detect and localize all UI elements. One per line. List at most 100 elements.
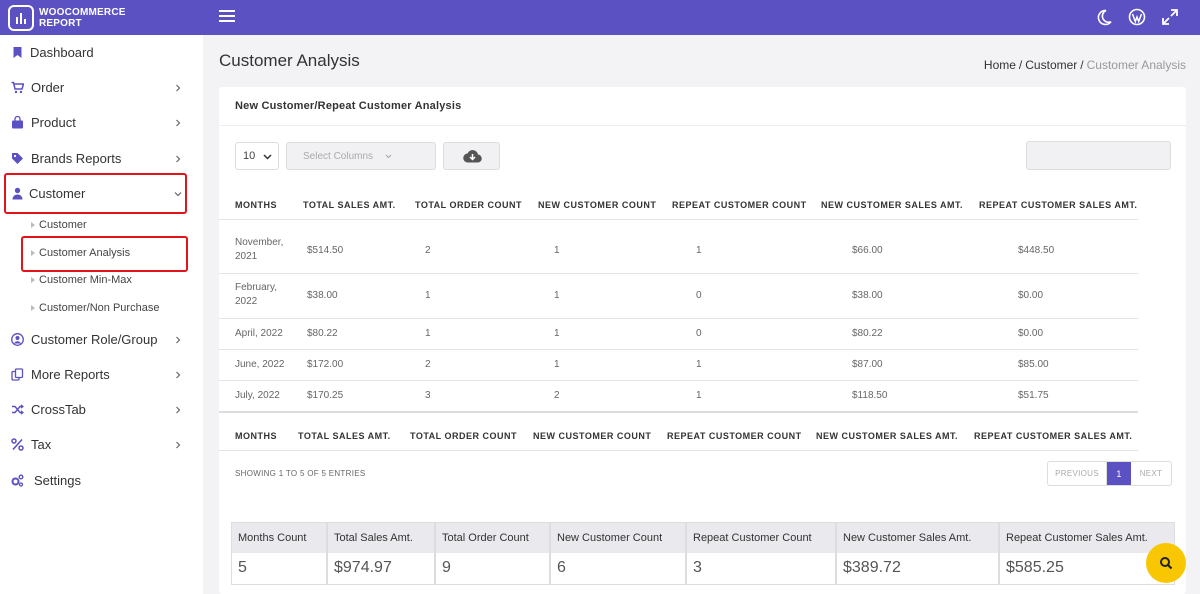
menu-icon[interactable] (219, 10, 235, 23)
summary-value: 9 (442, 559, 451, 576)
footer-header-new-customer-count: NEW CUSTOMER COUNT (533, 431, 652, 441)
chevron-right-icon (176, 406, 181, 413)
cell-month: April, 2022 (235, 328, 283, 339)
row-divider (219, 318, 1138, 319)
search-fab-button[interactable] (1146, 543, 1186, 583)
sidebar-item-label: Order (31, 80, 65, 95)
breadcrumb-current: Customer Analysis (1086, 58, 1186, 72)
summary-table: Months Count 5 Total Sales Amt. $974.97 … (231, 522, 1175, 585)
cell-new-customer-sales: $87.00 (852, 359, 883, 370)
cart-icon (11, 81, 24, 94)
sidebar-item-dashboard[interactable]: Dashboard (0, 35, 203, 70)
next-page-button[interactable]: NEXT (1131, 462, 1171, 485)
column-header-months[interactable]: MONTHS (235, 200, 277, 210)
cell-repeat-customer-sales: $0.00 (1018, 328, 1044, 339)
summary-label: New Customer Sales Amt. (837, 523, 998, 553)
sidebar-item-settings[interactable]: Settings (0, 463, 203, 498)
user-circle-icon (11, 333, 24, 346)
cell-new-customer-sales: $38.00 (852, 290, 883, 301)
bag-icon (12, 116, 23, 129)
report-card: New Customer/Repeat Customer Analysis 10… (219, 87, 1186, 594)
sidebar: Dashboard Order Product Brands Reports C… (0, 35, 203, 594)
summary-label: Repeat Customer Sales Amt. (1000, 523, 1174, 553)
footer-header-repeat-customer-sales: REPEAT CUSTOMER SALES AMT. (974, 431, 1133, 441)
submenu-item-label: Customer (39, 218, 87, 231)
sidebar-item-label: Customer Role/Group (31, 332, 158, 347)
tag-icon (12, 153, 23, 164)
column-header-total-sales[interactable]: TOTAL SALES AMT. (303, 200, 396, 210)
chevron-right-icon (176, 336, 181, 343)
column-header-total-orders[interactable]: TOTAL ORDER COUNT (415, 200, 522, 210)
submenu-item-customer[interactable]: Customer (22, 211, 187, 238)
brand[interactable]: WOOCOMMERCE REPORT (8, 4, 198, 31)
report-logo-icon (8, 4, 34, 31)
summary-cell: Months Count 5 (231, 522, 327, 585)
cell-month: February, 2022 (235, 282, 278, 307)
card-title: New Customer/Repeat Customer Analysis (235, 100, 462, 112)
summary-label: Total Order Count (436, 523, 549, 553)
summary-label: New Customer Count (551, 523, 685, 553)
chevron-down-icon (263, 154, 272, 160)
column-header-new-customer-count[interactable]: NEW CUSTOMER COUNT (538, 200, 656, 210)
breadcrumb-separator: / (1018, 58, 1023, 72)
sidebar-item-order[interactable]: Order (0, 70, 203, 105)
sidebar-item-label: Product (31, 115, 76, 130)
summary-value: $389.72 (843, 559, 901, 576)
cell-repeat-customer-sales: $51.75 (1018, 390, 1049, 401)
summary-cell: Repeat Customer Count 3 (686, 522, 836, 585)
submenu-item-customer-non-purchase[interactable]: Customer/Non Purchase (22, 294, 187, 321)
cell-new-customer-count: 2 (554, 390, 560, 401)
column-header-repeat-customer-sales[interactable]: REPEAT CUSTOMER SALES AMT. (979, 200, 1137, 210)
moon-icon[interactable] (1095, 8, 1113, 26)
brand-line-2: REPORT (39, 17, 82, 29)
cell-order-count: 1 (425, 290, 431, 301)
summary-value: $974.97 (334, 559, 392, 576)
cell-total-sales: $172.00 (307, 359, 344, 370)
wordpress-icon[interactable] (1128, 8, 1146, 26)
summary-cell: Total Order Count 9 (435, 522, 550, 585)
summary-value: 3 (693, 559, 702, 576)
expand-icon[interactable] (1161, 8, 1179, 26)
cell-total-sales: $170.25 (307, 390, 344, 401)
sidebar-item-more-reports[interactable]: More Reports (0, 357, 203, 392)
cell-repeat-customer-count: 1 (696, 390, 702, 401)
column-header-new-customer-sales[interactable]: NEW CUSTOMER SALES AMT. (821, 200, 963, 210)
chevron-right-icon (176, 155, 181, 162)
sidebar-item-product[interactable]: Product (0, 105, 203, 140)
cell-repeat-customer-count: 1 (696, 359, 702, 370)
cell-order-count: 2 (425, 359, 431, 370)
triangle-right-icon (31, 221, 35, 228)
submenu-item-customer-min-max[interactable]: Customer Min-Max (22, 266, 187, 293)
cell-order-count: 2 (425, 245, 431, 256)
percent-icon (11, 438, 24, 451)
cell-repeat-customer-sales: $448.50 (1018, 245, 1055, 256)
page-length-select[interactable]: 10 (235, 142, 279, 170)
cell-new-customer-sales: $66.00 (852, 245, 883, 256)
cell-month: November, 2021 (235, 237, 284, 262)
select-columns-placeholder: Select Columns (303, 151, 374, 162)
footer-header-total-orders: TOTAL ORDER COUNT (410, 431, 517, 441)
sidebar-item-brands-reports[interactable]: Brands Reports (0, 141, 203, 176)
page-1-button[interactable]: 1 (1107, 462, 1131, 485)
column-header-repeat-customer-count[interactable]: REPEAT CUSTOMER COUNT (672, 200, 807, 210)
download-button[interactable] (443, 142, 500, 170)
cell-month: June, 2022 (235, 359, 285, 370)
previous-page-button[interactable]: PREVIOUS (1048, 462, 1107, 485)
copy-icon (11, 368, 24, 381)
summary-cell: New Customer Count 6 (550, 522, 686, 585)
breadcrumb-separator: / (1080, 58, 1084, 72)
cell-order-count: 1 (425, 328, 431, 339)
cell-month: July, 2022 (235, 390, 280, 401)
sidebar-item-crosstab[interactable]: CrossTab (0, 392, 203, 427)
sidebar-item-label: Settings (34, 473, 81, 488)
chevron-right-icon (176, 84, 181, 91)
triangle-right-icon (31, 276, 35, 283)
sidebar-item-customer-role-group[interactable]: Customer Role/Group (0, 322, 203, 357)
search-input[interactable] (1026, 141, 1171, 170)
breadcrumb-home[interactable]: Home (984, 58, 1016, 72)
breadcrumb-customer[interactable]: Customer (1025, 58, 1077, 72)
select-columns-dropdown[interactable]: Select Columns (286, 142, 436, 170)
cell-total-sales: $514.50 (307, 245, 344, 256)
highlight-frame (4, 173, 187, 214)
sidebar-item-tax[interactable]: Tax (0, 427, 203, 462)
